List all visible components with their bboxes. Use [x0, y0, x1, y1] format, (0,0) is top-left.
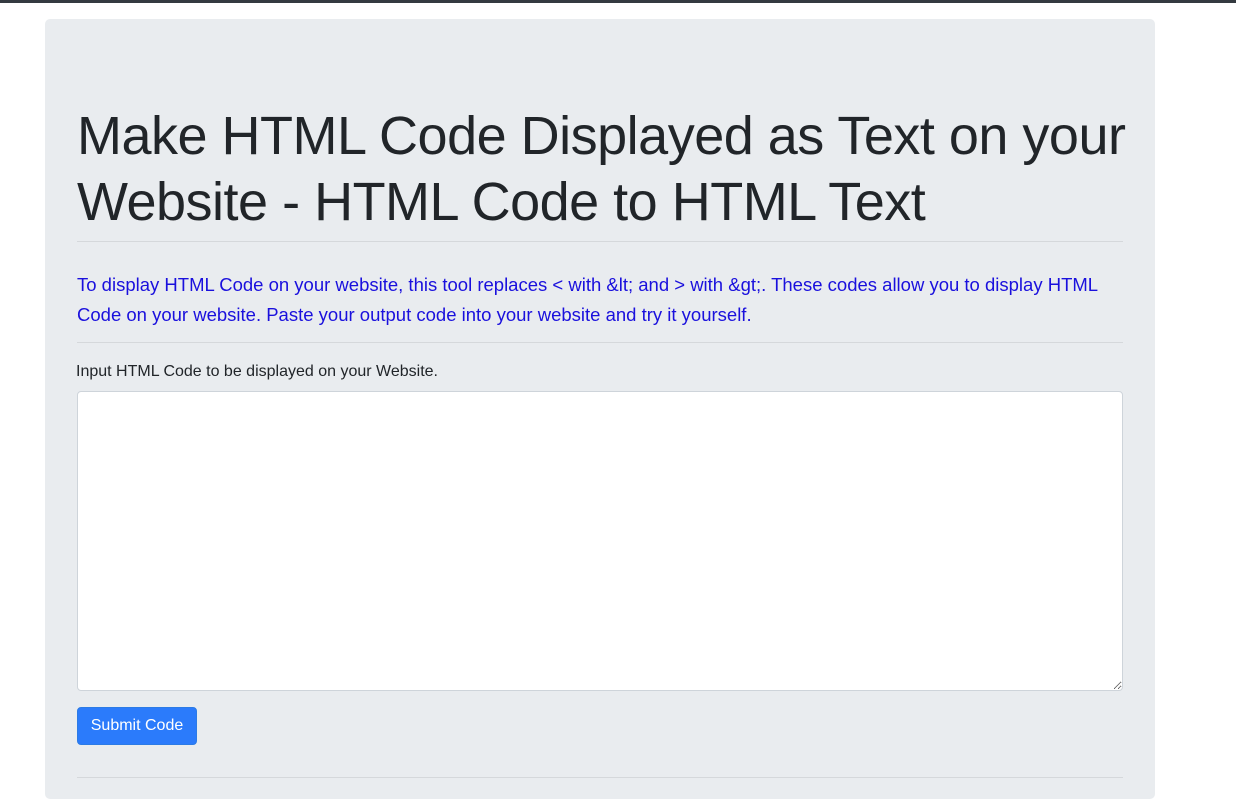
- input-label: Input HTML Code to be displayed on your …: [76, 363, 438, 380]
- divider: [77, 342, 1123, 343]
- main-panel: Make HTML Code Displayed as Text on your…: [45, 19, 1155, 799]
- submit-code-button[interactable]: Submit Code: [77, 707, 197, 745]
- html-code-input[interactable]: [77, 391, 1123, 691]
- top-navbar-edge: [0, 0, 1236, 3]
- tool-description: To display HTML Code on your website, th…: [77, 274, 1098, 325]
- page-title: Make HTML Code Displayed as Text on your…: [77, 106, 1126, 232]
- divider: [77, 241, 1123, 242]
